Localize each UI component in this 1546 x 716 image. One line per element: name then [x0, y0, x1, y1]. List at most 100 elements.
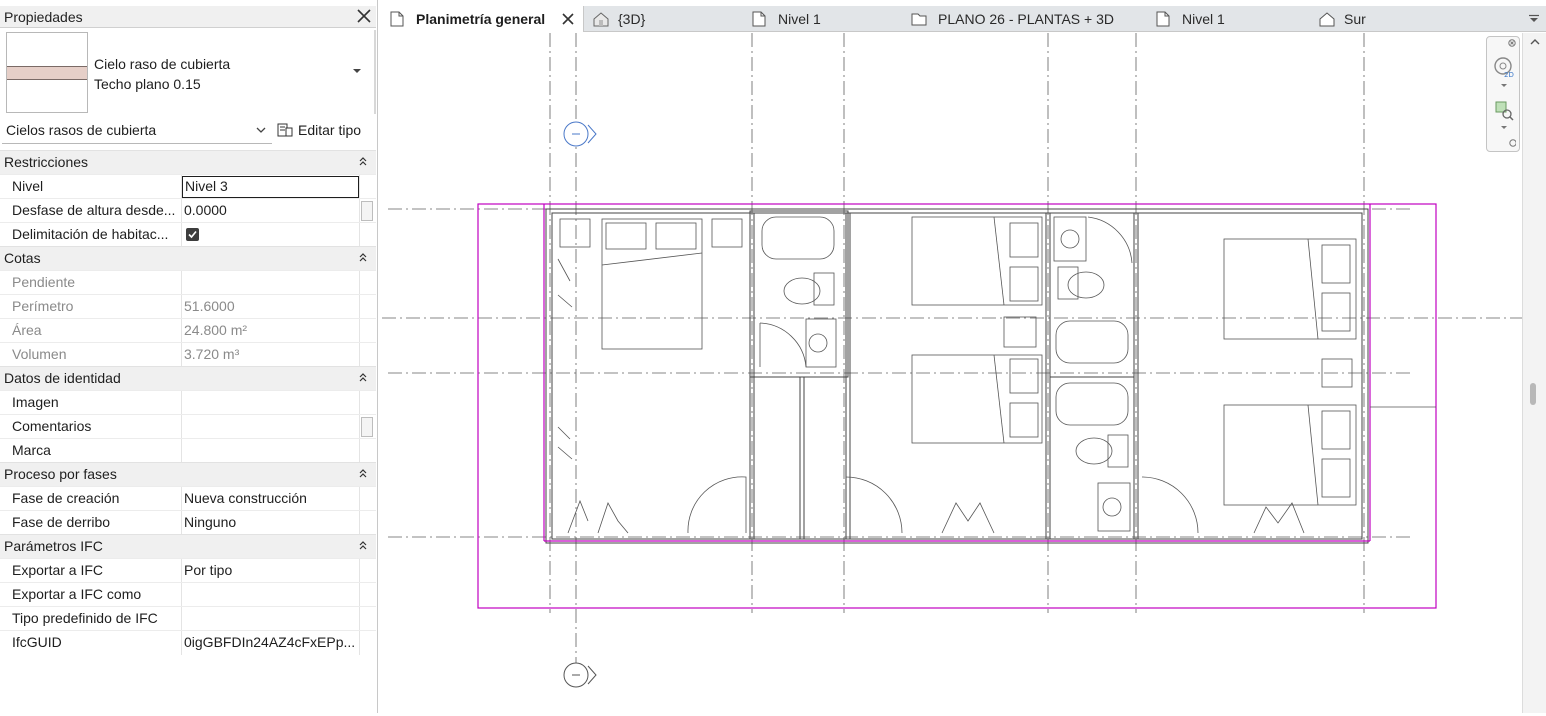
property-key: Fase de derribo: [12, 514, 111, 530]
close-icon[interactable]: [1508, 39, 1516, 47]
property-row[interactable]: Exportar a IFC como: [0, 582, 376, 607]
property-row[interactable]: IfcGUID 0igGBFDIn24AZ4cFxEPp...: [0, 630, 376, 655]
view-tab-bar: Planimetría general {3D} Nivel 1 PLANO 2…: [382, 6, 1546, 32]
property-key: Desfase de altura desde...: [12, 202, 176, 218]
property-key: Marca: [12, 442, 51, 458]
property-group-header[interactable]: Parámetros IFC: [0, 534, 376, 558]
chevron-down-icon[interactable]: [350, 66, 364, 76]
grid-head-top: [563, 121, 597, 147]
vertical-scrollbar[interactable]: [1522, 33, 1546, 713]
property-key: Área: [12, 322, 42, 338]
sheet-icon: [911, 13, 927, 26]
type-selector-scrollbar[interactable]: [374, 30, 376, 114]
property-group-label: Cotas: [4, 250, 41, 266]
floor-plan-icon: [390, 11, 404, 27]
property-group-header[interactable]: Cotas: [0, 246, 376, 270]
navigation-bar: 2D: [1486, 36, 1520, 152]
edit-type-button[interactable]: Editar tipo: [274, 118, 374, 144]
property-group-label: Proceso por fases: [4, 466, 117, 482]
collapse-icon[interactable]: [358, 467, 368, 479]
property-grid: Restricciones Nivel Nivel 3 Desfase de altu…: [0, 150, 376, 655]
property-row[interactable]: Exportar a IFC Por tipo: [0, 558, 376, 583]
property-row[interactable]: Delimitación de habitac...: [0, 222, 376, 247]
property-value: 3.720 m³: [184, 346, 240, 362]
close-icon[interactable]: [356, 8, 372, 24]
collapse-icon[interactable]: [358, 371, 368, 383]
type-selector[interactable]: Cielo raso de cubierta Techo plano 0.15: [94, 54, 230, 94]
tab-nivel-1[interactable]: Nivel 1: [744, 6, 894, 32]
instance-filter-dropdown[interactable]: Cielos rasos de cubierta: [2, 118, 272, 144]
tab-plano-26[interactable]: PLANO 26 - PLANTAS + 3D: [904, 6, 1144, 32]
drawing-area[interactable]: [382, 33, 1522, 713]
tab-label: Sur: [1344, 11, 1366, 27]
property-value[interactable]: Ninguno: [184, 514, 356, 530]
chevron-up-icon[interactable]: [1529, 37, 1541, 47]
property-row[interactable]: Desfase de altura desde... 0.0000: [0, 198, 376, 223]
tab-label: {3D}: [618, 11, 646, 27]
tab-3d[interactable]: {3D}: [586, 6, 736, 32]
type-preview-image: [6, 32, 88, 113]
properties-title-bar: Propiedades: [0, 6, 376, 28]
property-group-header[interactable]: Restricciones: [0, 150, 376, 174]
type-name: Techo plano 0.15: [94, 76, 201, 92]
property-key: Comentarios: [12, 418, 92, 434]
property-value[interactable]: 0igGBFDIn24AZ4cFxEPp...: [184, 634, 356, 650]
chevron-down-icon[interactable]: [1492, 123, 1516, 133]
grid-head-bottom: [563, 662, 597, 688]
property-key: Tipo predefinido de IFC: [12, 610, 158, 626]
tab-list-menu-icon[interactable]: [1528, 14, 1540, 24]
property-row[interactable]: Fase de derribo Ninguno: [0, 510, 376, 535]
property-key: Volumen: [12, 346, 67, 362]
options-icon[interactable]: [1492, 137, 1516, 149]
property-value[interactable]: 0.0000: [184, 202, 356, 218]
property-value[interactable]: Nueva construcción: [184, 490, 356, 506]
properties-title: Propiedades: [4, 9, 83, 25]
property-row: Pendiente: [0, 270, 376, 295]
checkbox-checked-icon[interactable]: [186, 228, 199, 241]
collapse-icon[interactable]: [358, 155, 368, 167]
property-row[interactable]: Fase de creación Nueva construcción: [0, 486, 376, 511]
floor-plan-icon: [752, 11, 766, 27]
2d-wheel-icon[interactable]: 2D: [1492, 55, 1516, 79]
selected-ceiling-boundary[interactable]: [477, 203, 1437, 609]
property-key: Exportar a IFC: [12, 562, 104, 578]
property-group-header[interactable]: Proceso por fases: [0, 462, 376, 486]
scrollbar-thumb[interactable]: [1530, 383, 1536, 405]
tab-label: PLANO 26 - PLANTAS + 3D: [938, 11, 1114, 27]
edit-type-label: Editar tipo: [298, 122, 362, 138]
property-key: Nivel: [12, 178, 44, 194]
close-tab-icon[interactable]: [560, 11, 576, 27]
property-button[interactable]: [361, 201, 373, 221]
tab-nivel-1-b[interactable]: Nivel 1: [1148, 6, 1298, 32]
property-key: Imagen: [12, 394, 59, 410]
property-row[interactable]: Nivel Nivel 3: [0, 174, 376, 199]
property-row[interactable]: Comentarios: [0, 414, 376, 439]
zoom-region-icon[interactable]: [1492, 99, 1516, 123]
property-row[interactable]: Tipo predefinido de IFC: [0, 606, 376, 631]
tab-label: Planimetría general: [416, 11, 546, 27]
property-value-input[interactable]: Nivel 3: [182, 176, 359, 198]
properties-panel: Propiedades Cielo raso de cubierta Techo…: [0, 0, 378, 713]
svg-text:2D: 2D: [1504, 71, 1514, 79]
edit-type-icon: [277, 123, 293, 137]
furniture: [557, 216, 1357, 534]
tab-planimetria-general[interactable]: Planimetría general: [382, 6, 584, 32]
chevron-down-icon[interactable]: [1492, 81, 1516, 91]
property-row: Perímetro 51.6000: [0, 294, 376, 319]
property-value[interactable]: Por tipo: [184, 562, 356, 578]
collapse-icon[interactable]: [358, 539, 368, 551]
tab-sur[interactable]: Sur: [1312, 6, 1432, 32]
property-key: Exportar a IFC como: [12, 586, 142, 602]
floor-plan-drawing[interactable]: [382, 33, 1522, 713]
property-group-header[interactable]: Datos de identidad: [0, 366, 376, 390]
property-row: Volumen 3.720 m³: [0, 342, 376, 367]
property-group-label: Datos de identidad: [4, 370, 121, 386]
property-button[interactable]: [361, 417, 373, 437]
property-key: Delimitación de habitac...: [12, 226, 169, 242]
property-row[interactable]: Imagen: [0, 390, 376, 415]
walls: [545, 208, 1369, 544]
property-row[interactable]: Marca: [0, 438, 376, 463]
floor-plan-icon: [1156, 11, 1170, 27]
type-family: Cielo raso de cubierta: [94, 56, 231, 72]
collapse-icon[interactable]: [358, 251, 368, 263]
